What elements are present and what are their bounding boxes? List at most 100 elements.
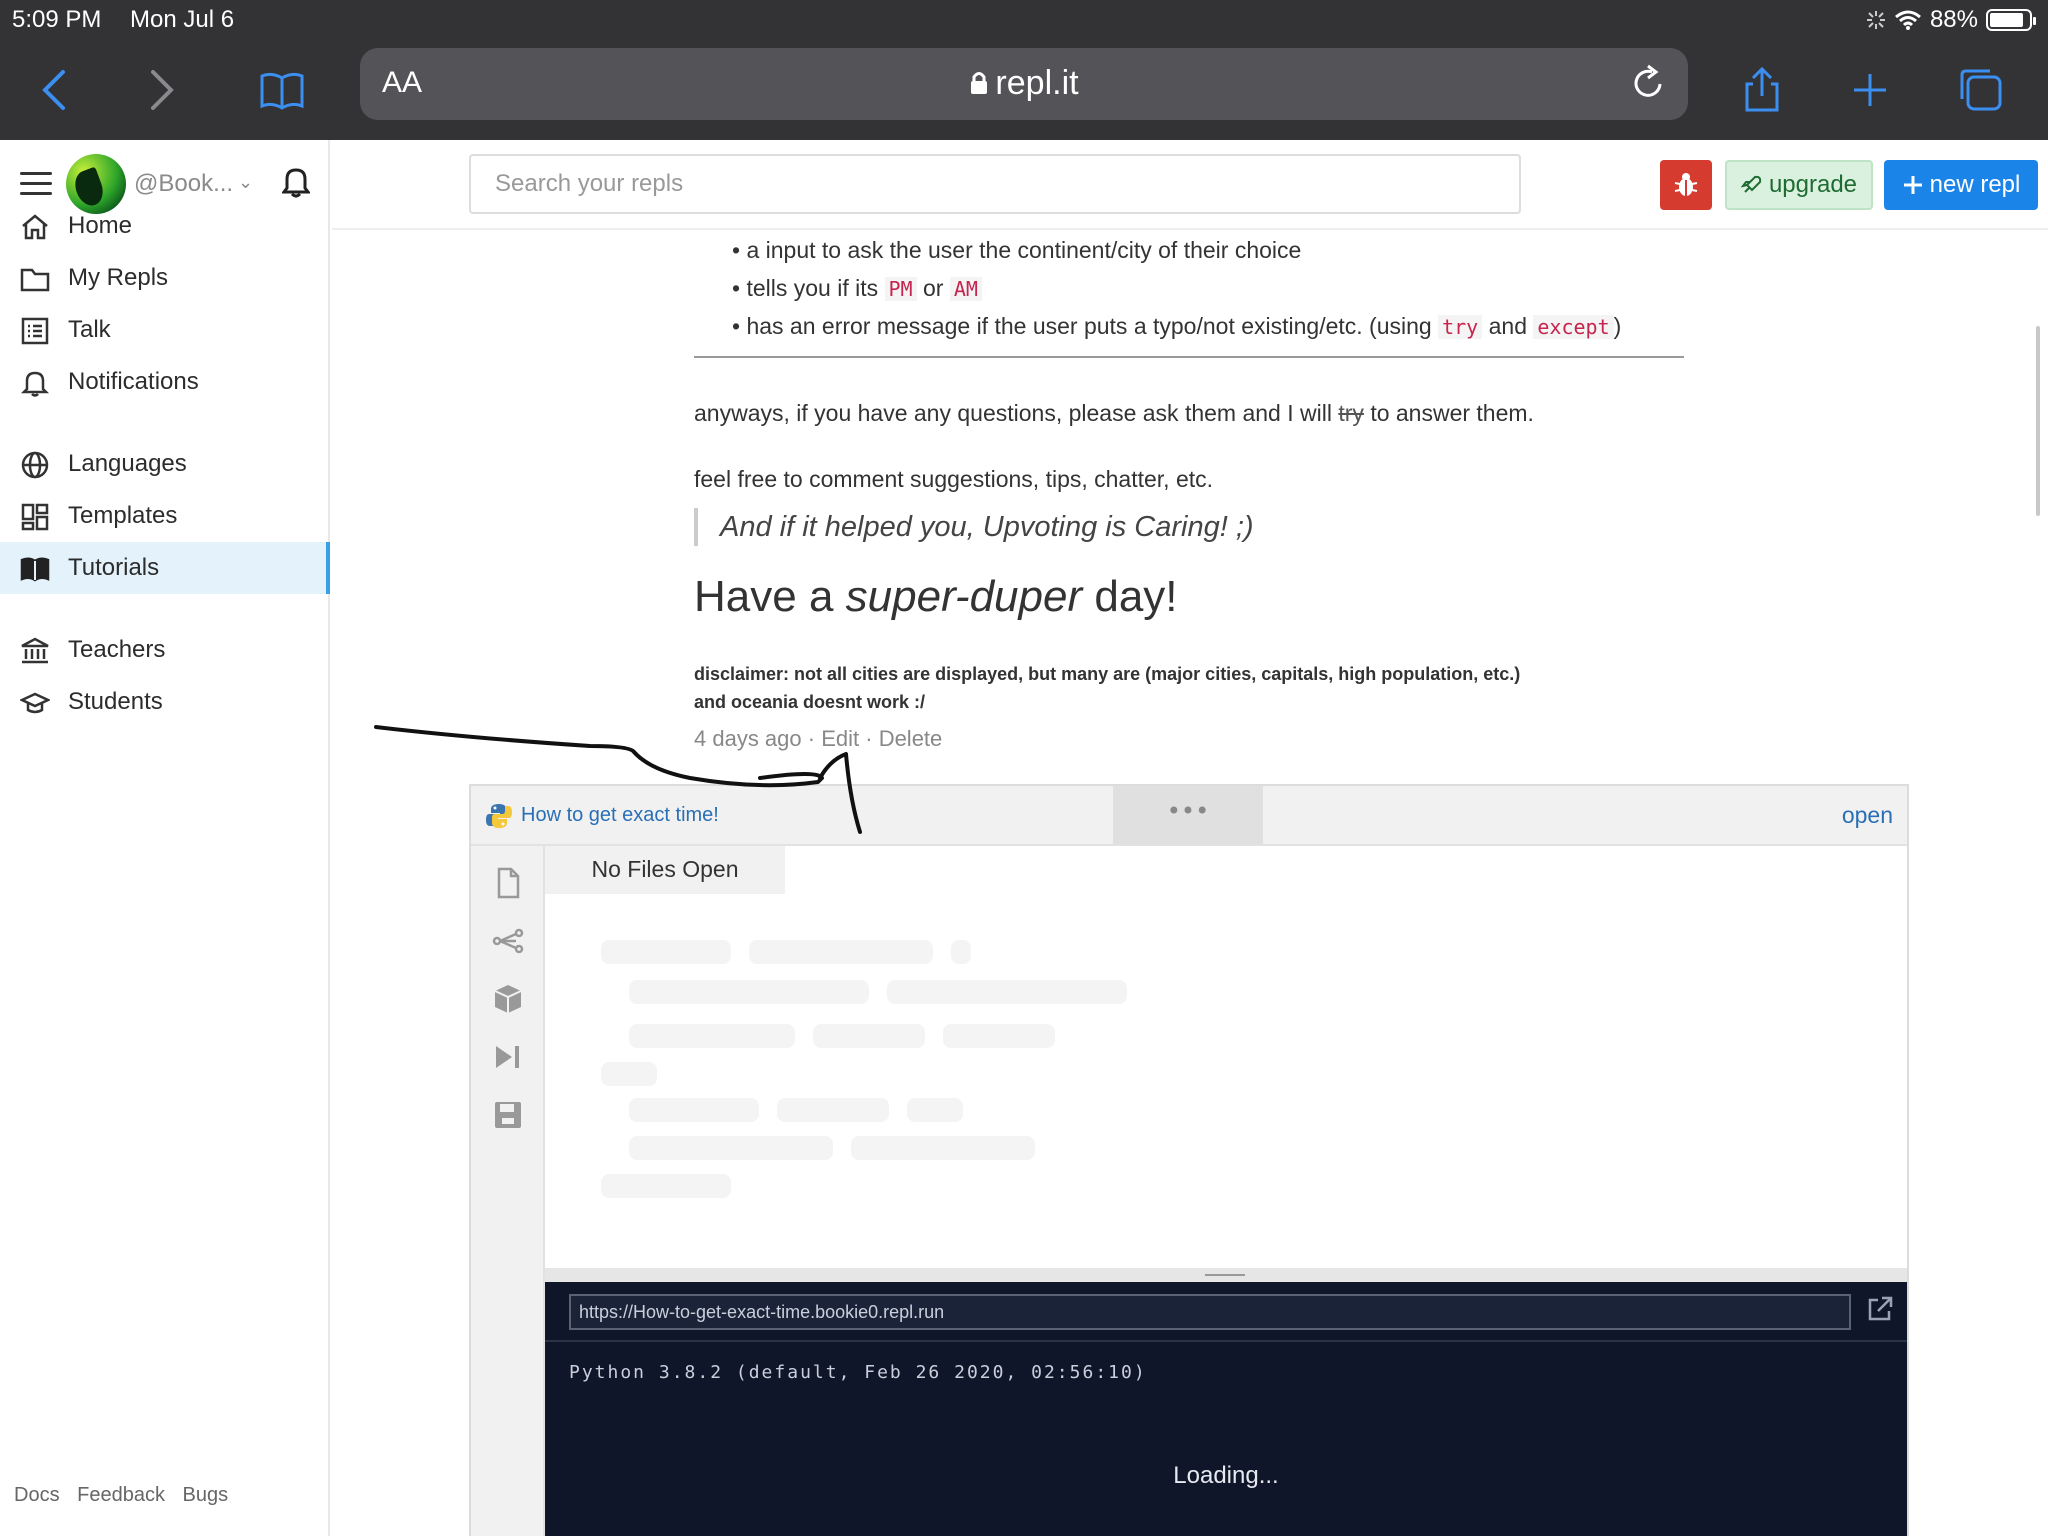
repl-header: How to get exact time! ••• open: [471, 786, 1907, 846]
repl-title[interactable]: How to get exact time!: [521, 804, 719, 827]
sidebar-item-my-repls[interactable]: My Repls: [0, 252, 330, 304]
footer-link-docs[interactable]: Docs: [14, 1484, 60, 1506]
forward-button[interactable]: [132, 60, 192, 120]
wifi-icon: [1894, 10, 1921, 30]
reload-icon: [1634, 64, 1662, 97]
no-files-tab: No Files Open: [545, 846, 785, 894]
browser-toolbar: AA repl.it: [0, 40, 2048, 140]
share-button[interactable]: [1732, 60, 1792, 120]
loading-indicator: Loading...: [1173, 1462, 1279, 1489]
package-icon[interactable]: [491, 982, 525, 1016]
tabs-button[interactable]: [1950, 60, 2010, 120]
file-icon[interactable]: [491, 866, 525, 900]
share-icon: [1745, 66, 1779, 112]
battery-fill: [1990, 13, 2023, 27]
debugger-icon[interactable]: [491, 1040, 525, 1074]
database-save-icon[interactable]: [491, 1098, 525, 1132]
sidebar-item-label: Talk: [68, 316, 111, 343]
sidebar-footer: Docs Feedback Bugs: [14, 1484, 240, 1507]
sidebar-item-tutorials[interactable]: Tutorials: [0, 542, 330, 594]
list-item: • tells you if its PM or AM: [732, 270, 1621, 308]
plus-icon: [1903, 176, 1922, 194]
loading-skeleton: [601, 940, 731, 964]
post-content: • a input to ask the user the continent/…: [332, 232, 2048, 1536]
edit-link[interactable]: Edit: [821, 726, 859, 751]
sidebar-item-students[interactable]: Students: [0, 676, 330, 728]
globe-icon: [21, 451, 49, 479]
loading-skeleton: [629, 1024, 795, 1048]
delete-link[interactable]: Delete: [879, 726, 943, 751]
sidebar-item-notifications[interactable]: Notifications: [0, 356, 330, 408]
bank-icon: [21, 637, 49, 664]
disclaimer: disclaimer: not all cities are displayed…: [694, 660, 1520, 716]
folder-icon: [20, 268, 50, 292]
reload-button[interactable]: [1630, 64, 1666, 106]
loading-skeleton: [601, 1174, 731, 1198]
chevron-left-icon: [42, 70, 65, 110]
sidebar-item-templates[interactable]: Templates: [0, 490, 330, 542]
footer-link-feedback[interactable]: Feedback: [77, 1484, 165, 1506]
sidebar: @Book... ⌄ Home My Repls Talk Notificati…: [0, 140, 330, 1536]
sidebar-item-label: Students: [68, 688, 163, 715]
username[interactable]: @Book...: [134, 170, 233, 198]
menu-button[interactable]: [20, 172, 52, 196]
external-link-icon[interactable]: [1865, 1294, 1895, 1324]
divider: [694, 356, 1684, 358]
list-item-text: a input to ask the user the continent/ci…: [746, 237, 1302, 263]
repl-more-menu[interactable]: •••: [1113, 786, 1263, 844]
paragraph-text: to answer them.: [1370, 400, 1534, 426]
share-nodes-icon[interactable]: [491, 924, 525, 958]
sidebar-item-languages[interactable]: Languages: [0, 438, 330, 490]
rocket-icon: [1740, 175, 1762, 193]
new-tab-button[interactable]: [1840, 60, 1900, 120]
notifications-bell-button[interactable]: [281, 166, 311, 202]
heading-text: day!: [1094, 572, 1178, 621]
list-item-text: tells you if its: [746, 275, 879, 301]
page-scrollbar[interactable]: [2036, 326, 2040, 516]
new-repl-label: new repl: [1929, 171, 2021, 198]
sidebar-item-label: Home: [68, 212, 133, 239]
loading-skeleton: [629, 1136, 833, 1160]
sidebar-item-talk[interactable]: Talk: [0, 304, 330, 356]
grid-icon: [21, 503, 49, 531]
battery-icon: [1986, 9, 2036, 31]
chevron-down-icon[interactable]: ⌄: [238, 172, 253, 193]
book-open-icon: [260, 72, 304, 110]
post-heading: Have a super-duper day!: [694, 572, 1178, 622]
sidebar-item-label: Tutorials: [68, 554, 160, 581]
sidebar-item-label: Notifications: [68, 368, 199, 395]
sidebar-item-label: Teachers: [68, 636, 166, 663]
inline-code: except: [1533, 315, 1614, 339]
post-timestamp: 4 days ago: [694, 726, 802, 751]
back-button[interactable]: [24, 60, 84, 120]
open-repl-link[interactable]: open: [1842, 802, 1893, 829]
search-input[interactable]: Search your repls: [469, 154, 1521, 214]
loading-skeleton: [629, 980, 869, 1004]
inline-code: AM: [949, 277, 982, 301]
pane-resize-handle[interactable]: [545, 1268, 1907, 1282]
footer-link-bugs[interactable]: Bugs: [183, 1484, 229, 1506]
address-bar[interactable]: AA repl.it: [360, 48, 1688, 120]
sidebar-item-label: My Repls: [68, 264, 169, 291]
graduation-cap-icon: [20, 692, 50, 714]
paragraph-text: anyways, if you have any questions, plea…: [694, 400, 1332, 426]
bookmarks-button[interactable]: [252, 60, 312, 120]
bell-icon: [20, 371, 50, 397]
python-version-output: Python 3.8.2 (default, Feb 26 2020, 02:5…: [569, 1362, 1147, 1383]
repl-url-field[interactable]: https://How-to-get-exact-time.bookie0.re…: [569, 1294, 1851, 1330]
loading-skeleton: [943, 1024, 1055, 1048]
loading-skeleton: [749, 940, 933, 964]
list-item-text: has an error message if the user puts a …: [746, 313, 1432, 339]
upgrade-button[interactable]: upgrade: [1725, 160, 1873, 210]
sidebar-item-label: Languages: [68, 450, 187, 477]
new-repl-button[interactable]: new repl: [1884, 160, 2038, 210]
chevron-right-icon: [151, 70, 174, 110]
heading-emphasis: super-duper: [845, 572, 1083, 621]
report-bug-button[interactable]: [1660, 160, 1712, 210]
console-separator: [545, 1340, 1907, 1342]
plus-icon: [1854, 74, 1886, 106]
bug-icon: [1674, 173, 1698, 196]
list-icon: [21, 317, 49, 345]
sidebar-item-teachers[interactable]: Teachers: [0, 624, 330, 676]
sidebar-item-home[interactable]: Home: [0, 200, 330, 252]
